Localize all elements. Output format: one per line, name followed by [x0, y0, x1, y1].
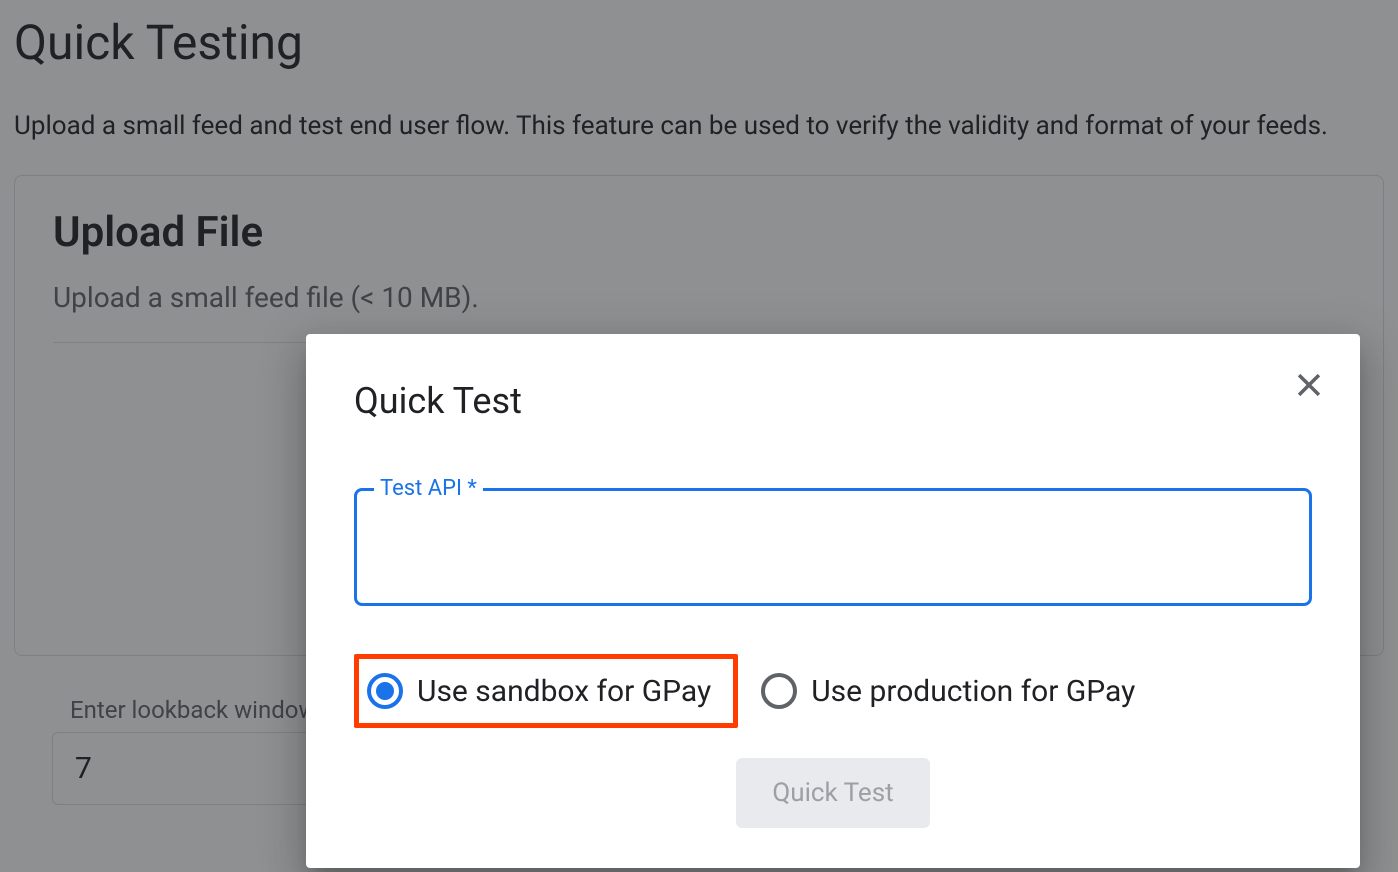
close-icon	[1292, 368, 1326, 402]
test-api-input[interactable]	[354, 488, 1312, 606]
radio-sandbox-label: Use sandbox for GPay	[417, 674, 711, 709]
quick-test-button[interactable]: Quick Test	[736, 758, 929, 828]
test-api-label: Test API *	[374, 476, 483, 501]
radio-selected-icon	[367, 673, 403, 709]
page-subtitle: Upload a small feed and test end user fl…	[14, 111, 1384, 141]
radio-unselected-icon	[761, 673, 797, 709]
dialog-header: Quick Test	[354, 380, 1312, 422]
page-title: Quick Testing	[14, 14, 1384, 71]
dialog-title: Quick Test	[354, 380, 522, 422]
test-api-field-wrap: Test API *	[354, 488, 1312, 606]
radio-production-gpay[interactable]: Use production for GPay	[748, 654, 1162, 728]
close-button[interactable]	[1292, 368, 1326, 405]
radio-production-label: Use production for GPay	[811, 674, 1135, 709]
upload-file-title: Upload File	[53, 208, 1345, 257]
gpay-env-radio-group: Use sandbox for GPay Use production for …	[354, 654, 1312, 728]
dialog-footer: Quick Test	[354, 758, 1312, 828]
radio-sandbox-gpay[interactable]: Use sandbox for GPay	[354, 654, 738, 728]
quick-test-dialog: Quick Test Test API * Use sandbox for GP…	[306, 334, 1360, 868]
